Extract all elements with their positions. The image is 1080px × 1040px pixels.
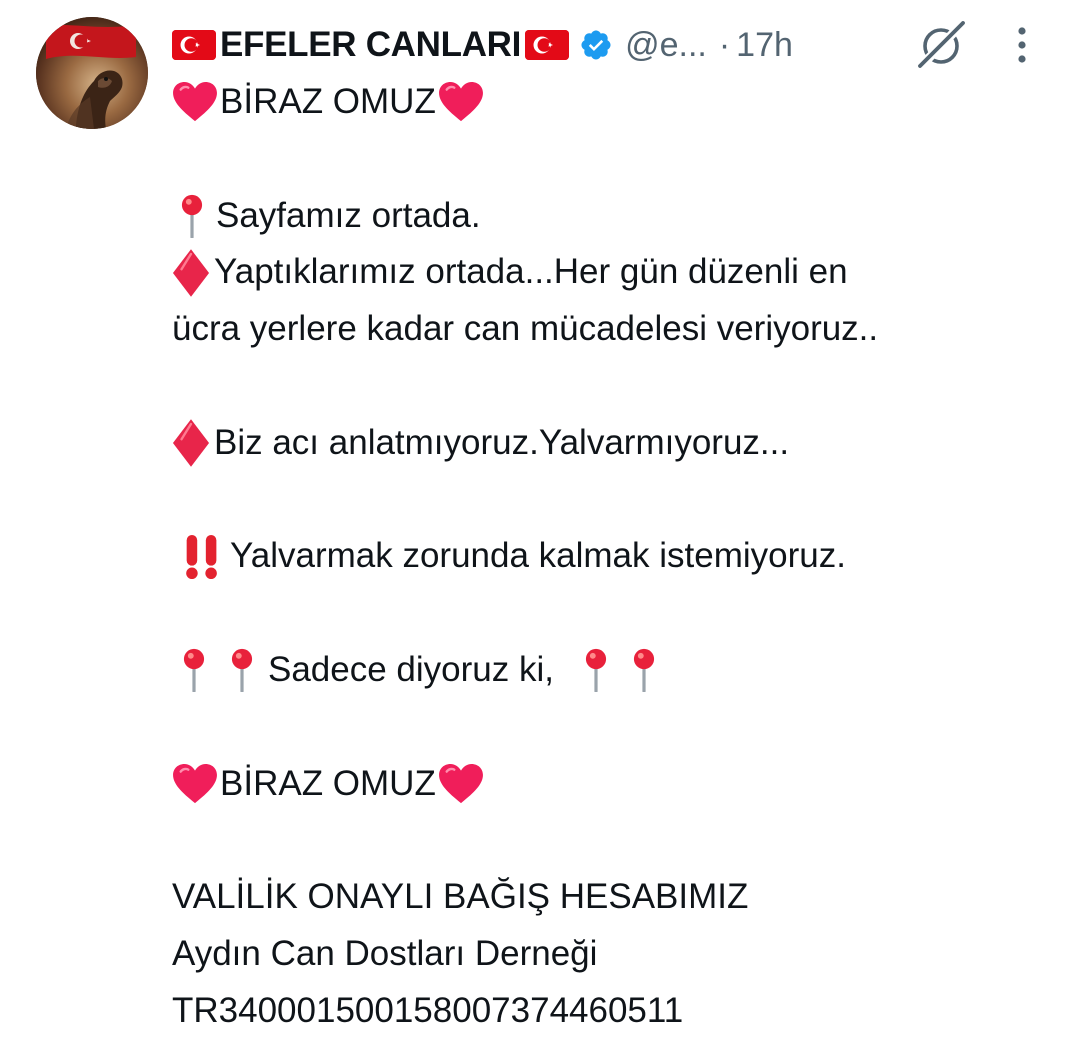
tweet-line-text: VALİLİK ONAYLI BAĞIŞ HESABIMIZ [172,877,749,917]
tweet-line-text: Biz acı anlatmıyoruz.Yalvarmıyoruz... [214,422,790,462]
timestamp[interactable]: 17h [736,26,793,65]
red-heart-emoji [172,81,220,123]
round-pushpin-emoji [172,648,228,692]
avatar[interactable] [36,17,148,129]
tweet-line: Yaptıklarımız ortada...Her gün düzenli e… [172,244,1062,301]
tweet-line-text: Yaptıklarımız ortada...Her gün düzenli e… [214,252,848,292]
turkey-flag-icon [525,30,570,60]
separator-dot: · [718,25,731,64]
tweet-line: Sadece diyoruz ki, [172,642,1062,699]
grok-icon[interactable] [914,18,968,72]
author-handle[interactable]: @e... [625,26,707,65]
tweet-line: BİRAZ OMUZ [172,74,1062,131]
tweet-line-text: BİRAZ OMUZ [220,763,436,803]
red-heart-emoji [436,763,484,805]
tweet-line-text: Sayfamız ortada. [216,195,481,235]
tweet-line-text: BİRAZ OMUZ [220,82,436,121]
red-heart-emoji [436,81,484,123]
turkey-flag-icon [172,30,216,60]
tweet-line: Yalvarmak zorunda kalmak istemiyoruz. [172,528,1062,585]
tweet-line: BİRAZ OMUZ [172,756,1062,813]
round-pushpin-emoji [554,648,630,692]
red-heart-emoji [172,763,220,805]
tweet-line: TR340001500158007374460511 [172,983,1062,1040]
tweet-line: Sayfamız ortada. [172,188,1062,245]
tweet-line: ücra yerlere kadar can mücadelesi veriyo… [172,301,1062,358]
iban-text: TR340001500158007374460511 [172,990,684,1030]
avatar-image [36,17,148,129]
tweet-line: Biz acı anlatmıyoruz.Yalvarmıyoruz... [172,415,1062,472]
round-pushpin-emoji [228,648,268,692]
red-diamond-emoji [172,248,214,298]
tweet-line-text: ücra yerlere kadar can mücadelesi veriyo… [172,309,879,349]
tweet-line: Aydın Can Dostları Derneği [172,926,1062,983]
tweet[interactable]: EFELER CANLARI @e... · 17h BİRAZ OMUZ Sa… [0,0,1080,1036]
tweet-line-text: Yalvarmak zorunda kalmak istemiyoruz. [230,536,846,576]
verified-badge-icon[interactable] [579,28,613,62]
double-exclamation-emoji [172,534,230,580]
red-diamond-emoji [172,418,214,468]
tweet-line-text: Aydın Can Dostları Derneği [172,933,598,973]
tweet-line: VALİLİK ONAYLI BAĞIŞ HESABIMIZ [172,869,1062,926]
round-pushpin-emoji [172,194,216,238]
display-name[interactable]: EFELER CANLARI [220,25,521,65]
tweet-line-text: Sadece diyoruz ki, [268,649,554,689]
round-pushpin-emoji [630,648,658,692]
more-options-icon[interactable] [1002,22,1042,68]
tweet-text: BİRAZ OMUZ Sayfamız ortada. Yaptıklarımı… [172,74,1062,1040]
